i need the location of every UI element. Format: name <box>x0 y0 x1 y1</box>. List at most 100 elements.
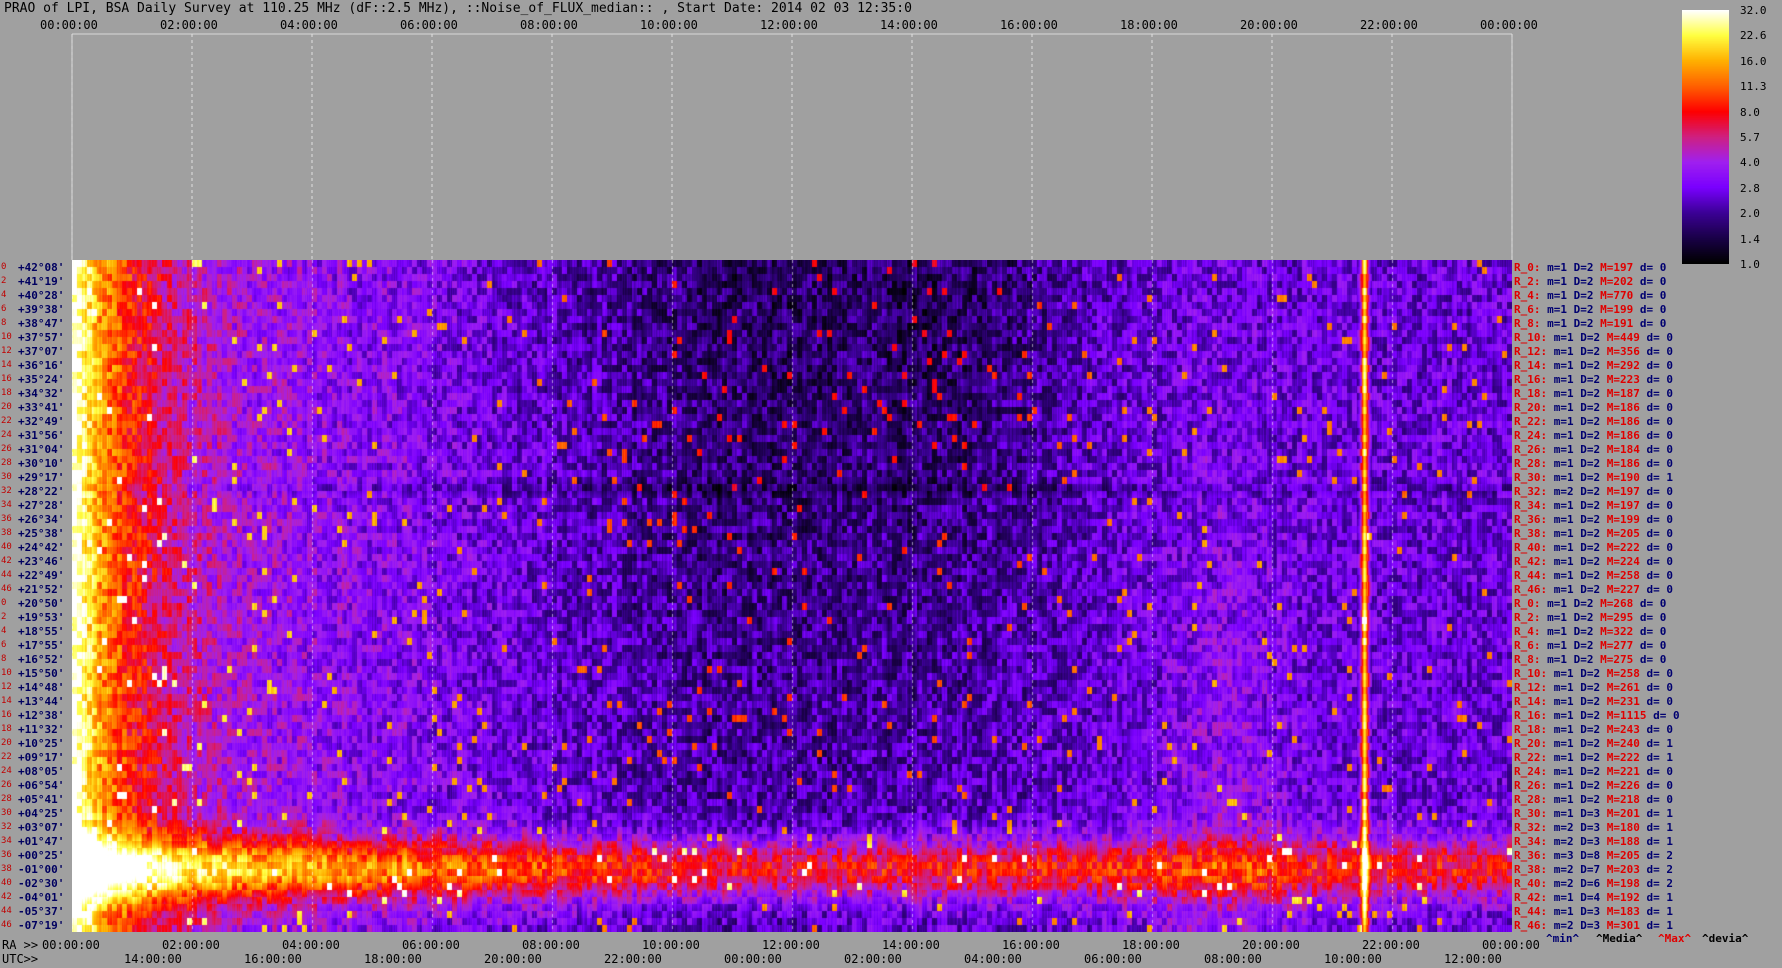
stat-name: R_0: <box>1514 261 1541 274</box>
stat-min: m=1 <box>1547 723 1574 736</box>
beam-stats-row: R_4: m=1 D=2 M=322 d= 0 <box>1514 625 1666 638</box>
stat-max: M=199 <box>1593 303 1634 316</box>
stat-min: m=1 <box>1547 499 1574 512</box>
declination-label: +13°44' <box>18 695 65 708</box>
stat-name: R_16: <box>1514 373 1548 386</box>
top-tick-label: 20:00:00 <box>1240 18 1298 32</box>
declination-label: +32°49' <box>18 415 65 428</box>
utc-tick-label: 22:00:00 <box>604 952 662 966</box>
stat-name: R_44: <box>1514 905 1548 918</box>
declination-label: +37°07' <box>18 345 65 358</box>
beam-stats-row: R_22: m=1 D=2 M=186 d= 0 <box>1514 415 1673 428</box>
stat-name: R_30: <box>1514 471 1548 484</box>
stat-dev: d= 2 <box>1639 877 1673 890</box>
stat-min: m=1 <box>1547 807 1574 820</box>
declination-label: +26°34' <box>18 513 65 526</box>
beam-index-label: 4 <box>1 626 7 636</box>
beam-index-label: 32 <box>1 822 12 832</box>
top-tick-label: 12:00:00 <box>760 18 818 32</box>
stat-name: R_24: <box>1514 429 1548 442</box>
declination-label: +01°47' <box>18 835 65 848</box>
stat-max: M=221 <box>1600 765 1640 778</box>
beam-stats-row: R_36: m=1 D=2 M=199 d= 0 <box>1514 513 1673 526</box>
declination-label: +00°25' <box>18 849 65 862</box>
declination-label: +03°07' <box>18 821 65 834</box>
stat-max: M=190 <box>1600 471 1640 484</box>
stat-med: D=2 <box>1573 555 1601 568</box>
stat-name: R_16: <box>1514 709 1548 722</box>
ra-tick-label: 12:00:00 <box>762 938 820 952</box>
beam-index-label: 10 <box>1 332 12 342</box>
beam-stats-row: R_42: m=1 D=4 M=192 d= 1 <box>1514 891 1673 904</box>
stat-min: m=1 <box>1540 261 1567 274</box>
stat-dev: d= 0 <box>1639 569 1673 582</box>
stat-dev: d= 0 <box>1639 695 1673 708</box>
declination-label: +12°38' <box>18 709 65 722</box>
stat-med: D=2 <box>1573 681 1601 694</box>
stat-name: R_20: <box>1514 737 1548 750</box>
stat-dev: d= 0 <box>1633 639 1667 652</box>
declination-label: +06°54' <box>18 779 65 792</box>
colorbar-tick-label: 32.0 <box>1740 4 1767 17</box>
stat-med: D=2 <box>1573 751 1601 764</box>
stat-dev: d= 0 <box>1633 611 1667 624</box>
stat-med: D=2 <box>1567 639 1594 652</box>
stat-name: R_18: <box>1514 723 1548 736</box>
beam-stats-row: R_30: m=1 D=3 M=201 d= 1 <box>1514 807 1673 820</box>
colorbar-tick-label: 22.6 <box>1740 29 1767 43</box>
stat-dev: d= 0 <box>1639 541 1673 554</box>
declination-label: +34°32' <box>18 387 65 400</box>
stat-med: D=2 <box>1573 499 1601 512</box>
beam-stats-row: R_46: m=2 D=3 M=301 d= 1 <box>1514 919 1673 932</box>
stat-med: D=2 <box>1573 723 1601 736</box>
declination-label: +37°57' <box>18 331 65 344</box>
ra-tick-label: 16:00:00 <box>1002 938 1060 952</box>
stat-min: m=1 <box>1547 891 1574 904</box>
stat-dev: d= 0 <box>1639 387 1673 400</box>
stat-dev: d= 0 <box>1639 583 1673 596</box>
beam-stats-row: R_20: m=1 D=2 M=186 d= 0 <box>1514 401 1673 414</box>
beam-stats-row: R_28: m=1 D=2 M=218 d= 0 <box>1514 793 1673 806</box>
stat-med: D=2 <box>1567 261 1594 274</box>
beam-stats-row: R_0: m=1 D=2 M=197 d= 0 <box>1514 261 1666 274</box>
beam-stats-row: R_30: m=1 D=2 M=190 d= 1 <box>1514 471 1673 484</box>
beam-stats-row: R_18: m=1 D=2 M=243 d= 0 <box>1514 723 1673 736</box>
stat-max: M=197 <box>1600 485 1640 498</box>
stat-max: M=227 <box>1600 583 1640 596</box>
beam-stats-row: R_6: m=1 D=2 M=199 d= 0 <box>1514 303 1666 316</box>
stat-max: M=222 <box>1600 541 1640 554</box>
declination-label: +22°49' <box>18 569 65 582</box>
legend-max: ^Max^ <box>1658 932 1692 945</box>
declination-label: +04°25' <box>18 807 65 820</box>
beam-index-label: 12 <box>1 346 12 356</box>
stat-name: R_36: <box>1514 849 1548 862</box>
beam-stats-row: R_4: m=1 D=2 M=770 d= 0 <box>1514 289 1666 302</box>
beam-stats-row: R_32: m=2 D=3 M=180 d= 1 <box>1514 821 1673 834</box>
stat-max: M=295 <box>1593 611 1634 624</box>
stat-dev: d= 1 <box>1639 737 1673 750</box>
stat-med: D=2 <box>1567 625 1594 638</box>
stat-med: D=2 <box>1573 415 1601 428</box>
beam-index-label: 24 <box>1 766 12 776</box>
stat-med: D=2 <box>1567 597 1594 610</box>
stat-min: m=1 <box>1540 625 1567 638</box>
stat-name: R_10: <box>1514 667 1548 680</box>
beam-index-label: 30 <box>1 808 12 818</box>
stat-min: m=1 <box>1547 667 1574 680</box>
beam-index-label: 44 <box>1 906 12 916</box>
declination-label: +17°55' <box>18 639 65 652</box>
stat-dev: d= 0 <box>1639 765 1673 778</box>
declination-label: +25°38' <box>18 527 65 540</box>
stat-dev: d= 0 <box>1639 723 1673 736</box>
stat-dev: d= 0 <box>1633 303 1667 316</box>
declination-label: -07°19' <box>18 919 65 932</box>
stat-med: D=2 <box>1573 513 1601 526</box>
beam-index-label: 34 <box>1 836 12 846</box>
stat-dev: d= 1 <box>1639 821 1673 834</box>
colorbar <box>1682 10 1729 264</box>
beam-index-label: 30 <box>1 472 12 482</box>
beam-stats-row: R_10: m=1 D=2 M=449 d= 0 <box>1514 331 1673 344</box>
beam-index-label: 14 <box>1 360 12 370</box>
declination-label: -05°37' <box>18 905 65 918</box>
beam-index-label: 8 <box>1 654 7 664</box>
